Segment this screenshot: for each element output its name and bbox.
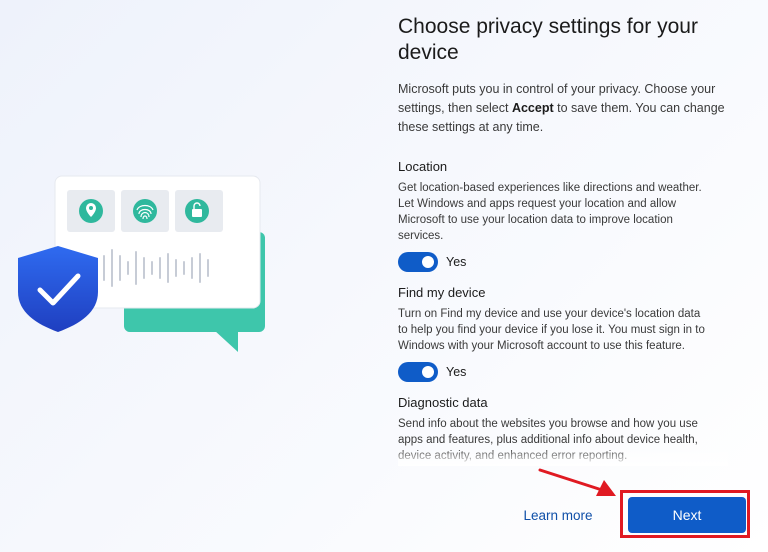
header-section: Choose privacy settings for your device … bbox=[398, 14, 738, 137]
pointer-arrow-annotation bbox=[538, 468, 616, 496]
location-toggle[interactable] bbox=[398, 252, 438, 272]
setting-title: Diagnostic data bbox=[398, 395, 488, 410]
toggle-state-label: Yes bbox=[446, 365, 467, 379]
scroll-fade bbox=[398, 448, 728, 466]
toggle-row: Yes bbox=[398, 252, 728, 272]
fingerprint-tile bbox=[121, 190, 169, 232]
toggle-knob bbox=[422, 366, 434, 378]
privacy-illustration bbox=[18, 175, 265, 352]
find-my-device-toggle[interactable] bbox=[398, 362, 438, 382]
setting-description: Get location-based experiences like dire… bbox=[398, 182, 702, 242]
toggle-knob bbox=[422, 256, 434, 268]
shield-check-icon bbox=[18, 246, 98, 332]
toggle-state-label: Yes bbox=[446, 255, 467, 269]
setting-description: Turn on Find my device and use your devi… bbox=[398, 308, 705, 352]
toggle-row: Yes bbox=[398, 362, 728, 382]
next-button[interactable]: Next bbox=[628, 497, 746, 533]
page-title: Choose privacy settings for your device bbox=[398, 15, 698, 64]
settings-list[interactable]: Location Get location-based experiences … bbox=[398, 158, 728, 466]
learn-more-link[interactable]: Learn more bbox=[512, 506, 604, 526]
setting-location: Location Get location-based experiences … bbox=[398, 158, 728, 272]
accept-keyword: Accept bbox=[511, 101, 554, 115]
setting-title: Find my device bbox=[398, 285, 486, 300]
intro-text: Microsoft puts you in control of your pr… bbox=[398, 80, 738, 137]
setting-title: Location bbox=[398, 159, 448, 174]
setting-find-my-device: Find my device Turn on Find my device an… bbox=[398, 284, 728, 382]
